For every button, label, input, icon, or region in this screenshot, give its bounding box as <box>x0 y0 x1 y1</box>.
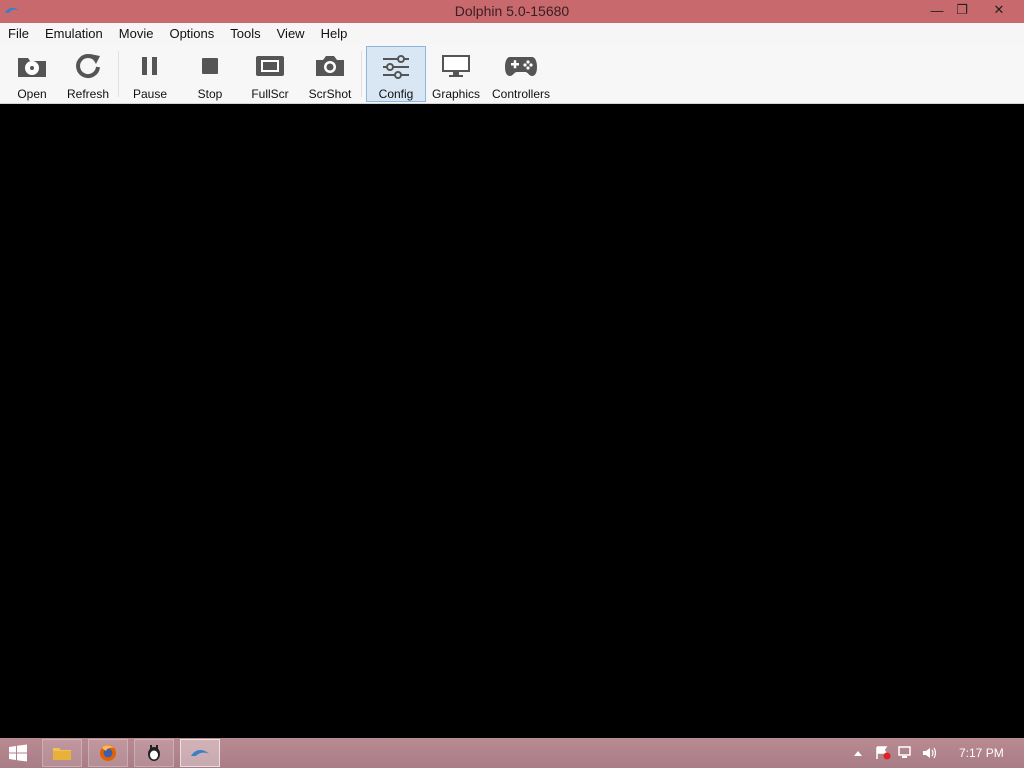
pause-icon <box>133 51 167 81</box>
menu-bar: File Emulation Movie Options Tools View … <box>0 23 1024 45</box>
fullscreen-button[interactable]: FullScr <box>244 46 296 102</box>
controllers-button[interactable]: Controllers <box>490 46 552 102</box>
action-center-flag-icon[interactable] <box>875 746 891 760</box>
taskbar-clock[interactable]: 7:17 PM <box>959 746 1004 760</box>
stop-label: Stop <box>197 87 223 101</box>
show-hidden-icons-icon[interactable] <box>850 746 866 760</box>
title-bar: Dolphin 5.0-15680 — ❐ ✕ <box>0 0 1024 23</box>
refresh-label: Refresh <box>66 87 110 101</box>
fullscreen-icon <box>253 51 287 81</box>
windows-start-icon[interactable] <box>8 744 28 762</box>
taskbar-file-explorer[interactable] <box>42 739 82 767</box>
menu-emulation[interactable]: Emulation <box>37 23 111 45</box>
taskbar-firefox[interactable] <box>88 739 128 767</box>
window-title: Dolphin 5.0-15680 <box>454 3 570 19</box>
refresh-button[interactable]: Refresh <box>62 46 114 102</box>
menu-movie[interactable]: Movie <box>111 23 162 45</box>
dolphin-icon <box>191 750 209 756</box>
disc-icon <box>15 51 49 81</box>
stop-button[interactable]: Stop <box>184 46 236 102</box>
fullscreen-label: FullScr <box>251 87 289 101</box>
menu-file[interactable]: File <box>0 23 37 45</box>
pause-button[interactable]: Pause <box>124 46 176 102</box>
graphics-button[interactable]: Graphics <box>430 46 482 102</box>
file-explorer-icon <box>53 748 71 760</box>
controllers-label: Controllers <box>491 87 551 101</box>
firefox-icon <box>100 745 116 761</box>
open-label: Open <box>17 87 47 101</box>
restore-button[interactable]: ❐ <box>945 0 979 20</box>
refresh-icon <box>71 51 105 81</box>
render-area[interactable] <box>0 105 1024 738</box>
pause-label: Pause <box>132 87 168 101</box>
close-button[interactable]: ✕ <box>982 0 1016 20</box>
menu-tools[interactable]: Tools <box>222 23 268 45</box>
config-label: Config <box>378 87 414 101</box>
toolbar: Open Refresh Pause Stop FullScr ScrShot … <box>0 45 1024 104</box>
network-icon[interactable] <box>898 746 914 760</box>
sliders-icon <box>379 52 413 81</box>
gamepad-icon <box>504 51 538 81</box>
stop-icon <box>193 51 227 81</box>
monitor-icon <box>439 51 473 81</box>
toolbar-separator <box>361 51 362 97</box>
taskbar-app[interactable] <box>134 739 174 767</box>
menu-help[interactable]: Help <box>313 23 356 45</box>
toolbar-separator <box>118 51 119 97</box>
config-button[interactable]: Config <box>366 46 426 102</box>
menu-options[interactable]: Options <box>161 23 222 45</box>
camera-icon <box>313 51 347 81</box>
volume-icon[interactable] <box>922 746 938 760</box>
taskbar: 7:17 PM <box>0 738 1024 768</box>
taskbar-dolphin[interactable] <box>180 739 220 767</box>
menu-view[interactable]: View <box>269 23 313 45</box>
screenshot-button[interactable]: ScrShot <box>304 46 356 102</box>
graphics-label: Graphics <box>431 87 481 101</box>
open-button[interactable]: Open <box>6 46 58 102</box>
screenshot-label: ScrShot <box>308 87 352 101</box>
app-icon <box>148 745 160 761</box>
